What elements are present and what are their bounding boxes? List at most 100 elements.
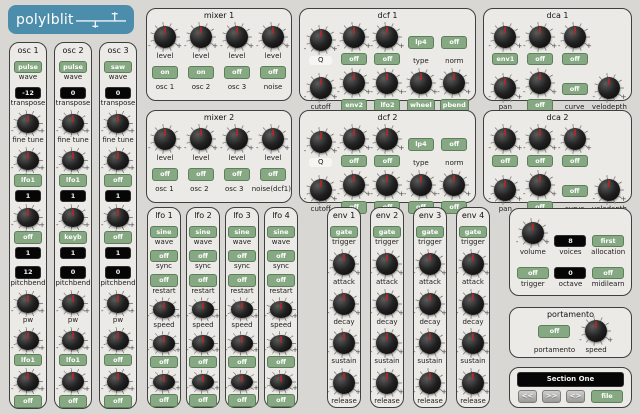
osc2-pitch-mod2-button[interactable]: keyb	[59, 231, 87, 244]
osc2-pw-mod2-knob[interactable]	[62, 372, 84, 391]
lfo4-mod1-button[interactable]: off	[267, 356, 295, 369]
file-button[interactable]: file	[591, 390, 623, 403]
section-name-display[interactable]: Section One	[517, 372, 624, 387]
lfo2-sync-button[interactable]: off	[189, 250, 217, 263]
env2-sustain-knob[interactable]	[376, 332, 398, 354]
lfo4-speed-knob[interactable]	[270, 301, 292, 317]
dcf1-cutoff-mod3-knob[interactable]	[410, 72, 432, 94]
mixer2-osc1-toggle-button[interactable]: off	[152, 168, 178, 181]
lfo3-mod2-button[interactable]: off	[228, 394, 256, 407]
dca2-mod1-knob[interactable]	[494, 128, 516, 150]
osc3-pitch-mod1-amount-display[interactable]: 1	[105, 190, 131, 203]
lfo1-mod2-button[interactable]: off	[150, 394, 178, 407]
osc2-pitch-mod2-knob[interactable]	[62, 208, 84, 227]
osc2-wave-button[interactable]: pulse	[59, 61, 87, 74]
osc3-pitch-mod1-button[interactable]: off	[104, 174, 132, 187]
lfo3-mod1-knob[interactable]	[231, 335, 253, 351]
dca1-curve-button[interactable]: off	[562, 83, 588, 96]
dca1-velodepth-knob[interactable]	[598, 77, 620, 99]
dcf1-q-mod1-knob[interactable]	[343, 26, 365, 48]
env1-release-knob[interactable]	[333, 372, 355, 394]
dca2-curve-button[interactable]: off	[562, 185, 588, 198]
mixer1-osc2-toggle-button[interactable]: on	[188, 66, 214, 79]
osc1-pitch-mod1-amount-display[interactable]: 1	[15, 190, 41, 203]
osc2-pitch-mod1-amount-display[interactable]: 1	[60, 190, 86, 203]
env2-release-knob[interactable]	[376, 372, 398, 394]
midilearn-button[interactable]: off	[592, 267, 624, 280]
env1-decay-knob[interactable]	[333, 293, 355, 315]
env3-sustain-knob[interactable]	[419, 332, 441, 354]
env3-decay-knob[interactable]	[419, 293, 441, 315]
osc1-pw-knob[interactable]	[17, 294, 39, 313]
lfo1-speed-knob[interactable]	[153, 301, 175, 317]
osc1-pw-mod1-button[interactable]: lfo1	[14, 354, 42, 367]
mixer2-noise-level-knob[interactable]	[262, 128, 284, 150]
env2-trigger-button[interactable]: gate	[373, 226, 401, 239]
lfo1-mod2-knob[interactable]	[153, 374, 175, 390]
dca2-pan-knob[interactable]	[494, 179, 516, 201]
dca1-mod1-knob[interactable]	[494, 26, 516, 48]
osc1-finetune-knob[interactable]	[17, 114, 39, 133]
dcf2-cutoff-knob[interactable]	[310, 179, 332, 201]
dca1-mod2-knob[interactable]	[529, 26, 551, 48]
env2-attack-knob[interactable]	[376, 253, 398, 275]
dca1-mod3-button[interactable]: off	[562, 53, 588, 66]
osc1-pw-mod2-knob[interactable]	[17, 372, 39, 391]
osc2-pw-mod1-knob[interactable]	[62, 331, 84, 350]
osc1-pitch-mod1-button[interactable]: lfo1	[14, 174, 42, 187]
env4-sustain-knob[interactable]	[462, 332, 484, 354]
portamento-speed-knob[interactable]	[585, 320, 607, 342]
prev-program-button[interactable]: <<	[518, 390, 537, 403]
dca2-mod3-button[interactable]: off	[562, 155, 588, 168]
env3-attack-knob[interactable]	[419, 253, 441, 275]
dcf2-q-mod1-button[interactable]: off	[341, 155, 367, 168]
osc2-pitch-mod2-amount-display[interactable]: 1	[60, 247, 86, 260]
osc3-pw-mod2-button[interactable]: off	[104, 395, 132, 408]
env1-attack-knob[interactable]	[333, 253, 355, 275]
osc3-pw-mod2-knob[interactable]	[107, 372, 129, 391]
next-program-button[interactable]: >>	[542, 390, 561, 403]
osc1-transpose-display[interactable]: -12	[15, 87, 41, 100]
mixer2-osc3-level-knob[interactable]	[226, 128, 248, 150]
osc3-pw-mod1-button[interactable]: off	[104, 354, 132, 367]
osc1-wave-button[interactable]: pulse	[14, 61, 42, 74]
octave-display[interactable]: 0	[554, 267, 586, 280]
mixer2-noise-toggle-button[interactable]: off	[260, 168, 286, 181]
osc1-pitch-mod2-knob[interactable]	[17, 208, 39, 227]
osc3-pitch-mod2-amount-display[interactable]: 1	[105, 247, 131, 260]
osc2-pw-knob[interactable]	[62, 294, 84, 313]
osc2-pitchbend-display[interactable]: 0	[60, 266, 86, 279]
dcf1-cutoff-mod4-knob[interactable]	[443, 72, 465, 94]
osc2-pw-mod1-button[interactable]: lfo1	[59, 354, 87, 367]
mixer2-osc2-level-knob[interactable]	[190, 128, 212, 150]
lfo3-speed-knob[interactable]	[231, 301, 253, 317]
dca1-mod3-knob[interactable]	[564, 26, 586, 48]
dcf1-cutoff-mod2-knob[interactable]	[376, 72, 398, 94]
lfo2-wave-button[interactable]: sine	[189, 226, 217, 239]
mixer1-osc3-toggle-button[interactable]: off	[224, 66, 250, 79]
env4-decay-knob[interactable]	[462, 293, 484, 315]
trigger-button[interactable]: off	[517, 267, 549, 280]
mixer1-noise-toggle-button[interactable]: off	[260, 66, 286, 79]
dcf1-q-mod2-knob[interactable]	[376, 26, 398, 48]
osc1-pitchbend-display[interactable]: 12	[15, 266, 41, 279]
volume-knob[interactable]	[522, 222, 544, 244]
voices-display[interactable]: 8	[554, 235, 586, 248]
osc3-finetune-knob[interactable]	[107, 114, 129, 133]
dcf1-cutoff-mod1-knob[interactable]	[343, 72, 365, 94]
lfo2-mod2-knob[interactable]	[192, 374, 214, 390]
mixer1-osc1-level-knob[interactable]	[154, 26, 176, 48]
dca2-velodepth-knob[interactable]	[598, 179, 620, 201]
lfo4-mod2-button[interactable]: off	[267, 394, 295, 407]
lfo1-wave-button[interactable]: sine	[150, 226, 178, 239]
osc3-pw-knob[interactable]	[107, 294, 129, 313]
env4-trigger-button[interactable]: gate	[459, 226, 487, 239]
lfo2-speed-knob[interactable]	[192, 301, 214, 317]
dcf1-type-button[interactable]: lp4	[408, 36, 434, 49]
dcf1-q-knob[interactable]	[310, 29, 332, 51]
lfo1-mod1-button[interactable]: off	[150, 356, 178, 369]
env4-release-knob[interactable]	[462, 372, 484, 394]
dcf2-cutoff-mod1-knob[interactable]	[343, 174, 365, 196]
lfo4-wave-button[interactable]: sine	[267, 226, 295, 239]
dcf2-q-knob[interactable]	[310, 131, 332, 153]
